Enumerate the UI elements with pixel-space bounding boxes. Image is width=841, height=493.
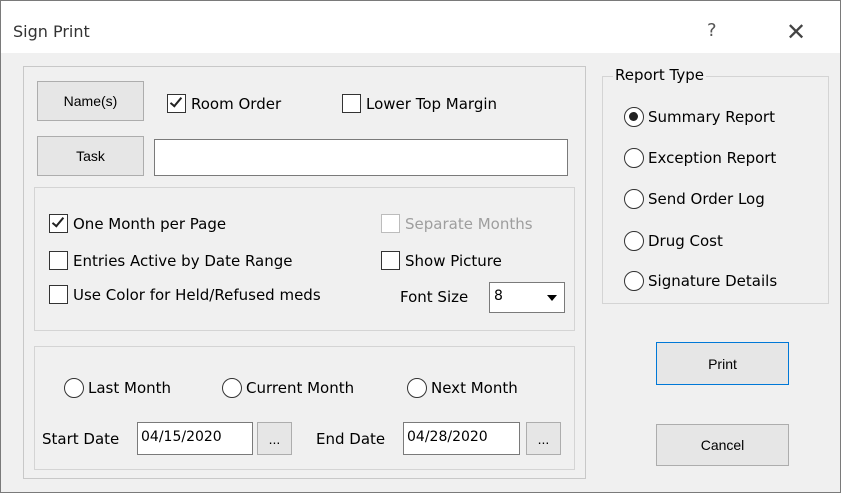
- last-month-circle[interactable]: [64, 378, 84, 398]
- room-order-checkbox[interactable]: Room Order: [167, 94, 281, 113]
- start-date-picker-button[interactable]: ...: [257, 422, 292, 455]
- end-date-input[interactable]: 04/28/2020: [403, 422, 520, 455]
- use-color-label: Use Color for Held/Refused meds: [73, 285, 321, 304]
- next-month-circle[interactable]: [407, 378, 427, 398]
- cancel-button[interactable]: Cancel: [656, 424, 789, 466]
- check-mark-icon: [169, 94, 183, 108]
- current-month-circle[interactable]: [222, 378, 242, 398]
- one-month-per-page-checkbox[interactable]: One Month per Page: [49, 214, 226, 233]
- next-month-label: Next Month: [431, 379, 518, 397]
- show-picture-checkbox[interactable]: Show Picture: [381, 251, 502, 270]
- use-color-box[interactable]: [49, 285, 68, 304]
- sign-print-dialog: Sign Print ? ✕ Name(s) Room Order Lower …: [0, 0, 841, 493]
- drug-cost-label: Drug Cost: [648, 232, 723, 250]
- start-date-label: Start Date: [42, 430, 120, 448]
- names-button[interactable]: Name(s): [37, 81, 144, 121]
- print-button[interactable]: Print: [656, 342, 789, 385]
- next-month-radio[interactable]: Next Month: [407, 378, 518, 398]
- report-option-summary[interactable]: Summary Report: [624, 107, 775, 127]
- lower-top-margin-checkbox[interactable]: Lower Top Margin: [342, 94, 497, 113]
- separate-months-box: [381, 214, 400, 233]
- show-picture-label: Show Picture: [405, 251, 502, 270]
- one-month-per-page-box[interactable]: [49, 214, 68, 233]
- entries-active-box[interactable]: [49, 251, 68, 270]
- report-option-signature-details[interactable]: Signature Details: [624, 271, 777, 291]
- help-button[interactable]: ?: [707, 20, 717, 41]
- summary-report-circle[interactable]: [624, 107, 644, 127]
- font-size-select[interactable]: 8: [489, 282, 565, 313]
- check-mark-icon: [51, 214, 65, 228]
- one-month-per-page-label: One Month per Page: [73, 214, 227, 233]
- window-title: Sign Print: [13, 22, 90, 41]
- current-month-label: Current Month: [246, 379, 355, 397]
- title-bar: Sign Print ? ✕: [1, 1, 840, 53]
- font-size-label: Font Size: [400, 288, 469, 306]
- send-order-log-label: Send Order Log: [648, 190, 765, 208]
- room-order-box[interactable]: [167, 94, 186, 113]
- last-month-label: Last Month: [88, 379, 172, 397]
- task-button[interactable]: Task: [37, 136, 144, 176]
- show-picture-box[interactable]: [381, 251, 400, 270]
- send-order-log-circle[interactable]: [624, 189, 644, 209]
- exception-report-label: Exception Report: [648, 149, 777, 167]
- exception-report-circle[interactable]: [624, 148, 644, 168]
- report-option-exception[interactable]: Exception Report: [624, 148, 776, 168]
- drug-cost-circle[interactable]: [624, 231, 644, 251]
- current-month-radio[interactable]: Current Month: [222, 378, 354, 398]
- report-option-send-order-log[interactable]: Send Order Log: [624, 189, 765, 209]
- report-type-legend: Report Type: [613, 66, 706, 84]
- separate-months-checkbox: Separate Months: [381, 214, 533, 233]
- room-order-label: Room Order: [191, 94, 282, 113]
- lower-top-margin-label: Lower Top Margin: [366, 94, 498, 113]
- entries-active-label: Entries Active by Date Range: [73, 251, 293, 270]
- last-month-radio[interactable]: Last Month: [64, 378, 171, 398]
- close-button[interactable]: ✕: [771, 15, 821, 51]
- summary-report-label: Summary Report: [648, 108, 775, 126]
- signature-details-label: Signature Details: [648, 272, 778, 290]
- end-date-label: End Date: [316, 430, 386, 448]
- lower-top-margin-box[interactable]: [342, 94, 361, 113]
- selected-dot-icon: [629, 112, 638, 121]
- task-input[interactable]: [154, 139, 568, 176]
- start-date-input[interactable]: 04/15/2020: [137, 422, 253, 455]
- separate-months-label: Separate Months: [405, 214, 533, 233]
- report-option-drug-cost[interactable]: Drug Cost: [624, 231, 723, 251]
- entries-active-checkbox[interactable]: Entries Active by Date Range: [49, 251, 293, 270]
- end-date-picker-button[interactable]: ...: [526, 422, 561, 455]
- chevron-down-icon: [547, 295, 557, 301]
- font-size-value: 8: [494, 288, 503, 304]
- use-color-checkbox[interactable]: Use Color for Held/Refused meds: [49, 285, 321, 304]
- signature-details-circle[interactable]: [624, 271, 644, 291]
